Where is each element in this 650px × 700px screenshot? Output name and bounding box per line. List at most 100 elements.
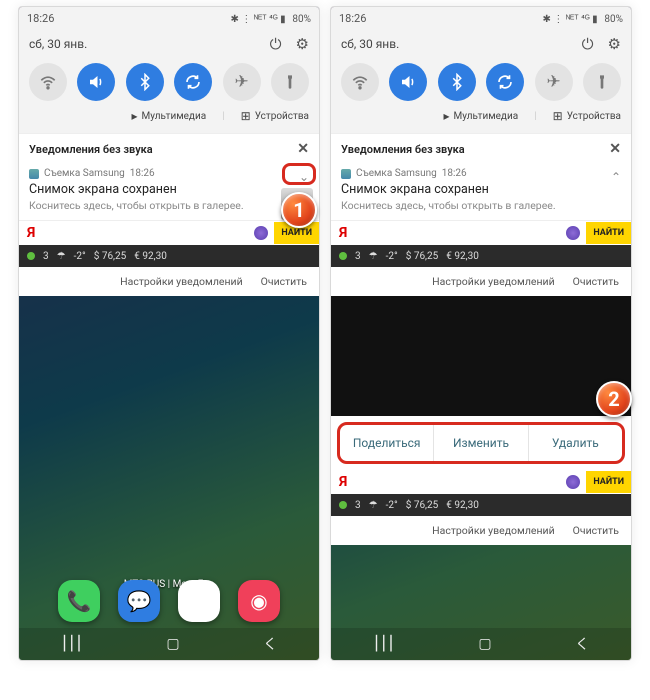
devices-button[interactable]: ⊞Устройства — [553, 109, 621, 123]
silent-label: Уведомления без звука — [341, 143, 465, 156]
status-time: 18:26 — [27, 12, 54, 25]
nav-recent[interactable]: ⎮⎮⎮ — [373, 636, 395, 652]
notif-sub: Коснитесь здесь, чтобы открыть в галерее… — [341, 199, 621, 212]
weather-icon: ☂ — [369, 251, 378, 262]
quick-settings-row: ✈ — [29, 63, 309, 101]
notif-sub: Коснитесь здесь, чтобы открыть в галерее… — [29, 199, 309, 212]
screenshot-preview[interactable] — [331, 296, 631, 416]
shade-date: сб, 30 янв. — [341, 37, 399, 51]
silent-header: Уведомления без звука ✕ — [19, 133, 319, 164]
yandex-weather-bar[interactable]: 3 ☂ -2° $ 76,25 € 92,30 — [331, 245, 631, 267]
callout-badge-2: 2 — [596, 381, 632, 417]
status-icons: ✱ ⋮ ᴺᴱᵀ ⁴ᴳ ▮ 80% — [539, 12, 623, 25]
qs-bluetooth[interactable] — [438, 63, 476, 101]
qs-airplane[interactable]: ✈ — [535, 63, 573, 101]
notif-time: 18:26 — [442, 168, 467, 179]
qs-sound[interactable] — [389, 63, 427, 101]
status-dot — [339, 252, 347, 260]
power-icon[interactable]: ⏻ — [582, 35, 594, 53]
screenshot-notification[interactable]: Съемка Samsung 18:26 Снимок экрана сохра… — [19, 164, 319, 221]
dock-phone[interactable]: 📞 — [58, 580, 100, 622]
power-icon[interactable]: ⏻ — [270, 35, 282, 53]
status-icons: ✱ ⋮ ᴺᴱᵀ ⁴ᴳ ▮ 80% — [227, 12, 311, 25]
dock-yandex[interactable]: Y — [178, 580, 220, 622]
notif-app: Съемка Samsung — [44, 168, 125, 179]
notif-title: Снимок экрана сохранен — [341, 182, 621, 197]
delete-button[interactable]: Удалить — [529, 425, 622, 461]
weather-temp: -2° — [74, 251, 86, 262]
nav-back[interactable]: く — [263, 634, 277, 654]
shade-date: сб, 30 янв. — [29, 37, 87, 51]
nav-home[interactable]: ▢ — [166, 636, 179, 652]
qs-airplane[interactable]: ✈ — [223, 63, 261, 101]
clear-button[interactable]: Очистить — [261, 275, 307, 288]
phone-left: 18:26 ✱ ⋮ ᴺᴱᵀ ⁴ᴳ ▮ 80% сб, 30 янв. ⏻ ⚙ ✈… — [18, 6, 320, 661]
share-button[interactable]: Поделиться — [340, 425, 434, 461]
chevron-down-icon[interactable]: ⌄ — [299, 170, 309, 184]
gear-icon[interactable]: ⚙ — [296, 35, 309, 53]
app-icon — [341, 169, 351, 179]
android-navbar: ⎮⎮⎮ ▢ く — [331, 628, 631, 660]
status-bar: 18:26 ✱ ⋮ ᴺᴱᵀ ⁴ᴳ ▮ 80% — [19, 7, 319, 29]
gear-icon[interactable]: ⚙ — [608, 35, 621, 53]
yandex-logo: Я — [339, 225, 347, 241]
notification-actions: Поделиться Изменить Удалить — [337, 422, 625, 464]
clear-button[interactable]: Очистить — [573, 524, 619, 537]
close-icon[interactable]: ✕ — [609, 141, 621, 157]
weather-icon: ☂ — [57, 251, 66, 262]
alice-icon[interactable] — [566, 475, 580, 489]
app-icon — [29, 169, 39, 179]
clear-button[interactable]: Очистить — [573, 275, 619, 288]
screenshot-notification[interactable]: Съемка Samsung 18:26 Снимок экрана сохра… — [331, 164, 631, 221]
notif-app: Съемка Samsung — [356, 168, 437, 179]
alice-icon[interactable] — [254, 226, 268, 240]
nav-back[interactable]: く — [575, 634, 589, 654]
qs-rotate[interactable] — [486, 63, 524, 101]
alice-icon[interactable] — [566, 226, 580, 240]
close-icon[interactable]: ✕ — [297, 141, 309, 157]
silent-header: Уведомления без звука ✕ — [331, 133, 631, 164]
yandex-weather-bar[interactable]: 3 ☂ -2° $ 76,25 € 92,30 — [19, 245, 319, 267]
yandex-logo: Я — [27, 225, 35, 241]
rate-usd: $ 76,25 — [94, 251, 127, 262]
qs-wifi[interactable] — [29, 63, 67, 101]
qs-flashlight[interactable] — [271, 63, 309, 101]
status-bar: 18:26 ✱ ⋮ ᴺᴱᵀ ⁴ᴳ ▮ 80% — [331, 7, 631, 29]
notification-shade: сб, 30 янв. ⏻ ⚙ ✈ ▸Мультимедиа | ⊞Устрой… — [19, 29, 319, 133]
qs-wifi[interactable] — [341, 63, 379, 101]
yandex-search-bar-2[interactable]: Я НАЙТИ — [331, 470, 631, 494]
dock-messages[interactable]: 💬 — [118, 580, 160, 622]
notif-settings-button[interactable]: Настройки уведомлений — [432, 275, 555, 288]
qs-flashlight[interactable] — [583, 63, 621, 101]
notif-settings-button[interactable]: Настройки уведомлений — [432, 524, 555, 537]
yandex-weather-bar-2[interactable]: 3 ☂ -2° $ 76,25 € 92,30 — [331, 494, 631, 516]
qs-rotate[interactable] — [174, 63, 212, 101]
yandex-search-bar[interactable]: Я НАЙТИ — [19, 221, 319, 245]
edit-button[interactable]: Изменить — [434, 425, 528, 461]
qs-bluetooth[interactable] — [126, 63, 164, 101]
phone-right: 18:26 ✱ ⋮ ᴺᴱᵀ ⁴ᴳ ▮ 80% сб, 30 янв. ⏻ ⚙ ✈… — [330, 6, 632, 661]
media-button[interactable]: ▸Мультимедиа — [443, 109, 518, 123]
status-dot — [27, 252, 35, 260]
devices-button[interactable]: ⊞Устройства — [241, 109, 309, 123]
find-button[interactable]: НАЙТИ — [586, 471, 631, 493]
dock-camera[interactable]: ◉ — [238, 580, 280, 622]
find-button[interactable]: НАЙТИ — [586, 222, 631, 244]
notification-shade: сб, 30 янв. ⏻ ⚙ ✈ ▸Мультимедиа | ⊞Устрой… — [331, 29, 631, 133]
notif-time: 18:26 — [130, 168, 155, 179]
nav-recent[interactable]: ⎮⎮⎮ — [61, 636, 83, 652]
yandex-search-bar[interactable]: Я НАЙТИ — [331, 221, 631, 245]
media-button[interactable]: ▸Мультимедиа — [131, 109, 206, 123]
dock: 📞 💬 Y ◉ — [19, 580, 319, 622]
notif-settings-button[interactable]: Настройки уведомлений — [120, 275, 243, 288]
chevron-up-icon[interactable]: ⌃ — [611, 170, 621, 184]
callout-badge-1: 1 — [281, 192, 317, 228]
rate-eur: € 92,30 — [134, 251, 167, 262]
silent-label: Уведомления без звука — [29, 143, 153, 156]
quick-settings-row: ✈ — [341, 63, 621, 101]
android-navbar: ⎮⎮⎮ ▢ く — [19, 628, 319, 660]
qs-sound[interactable] — [77, 63, 115, 101]
nav-home[interactable]: ▢ — [478, 636, 491, 652]
weather-count: 3 — [43, 251, 49, 262]
notif-title: Снимок экрана сохранен — [29, 182, 309, 197]
